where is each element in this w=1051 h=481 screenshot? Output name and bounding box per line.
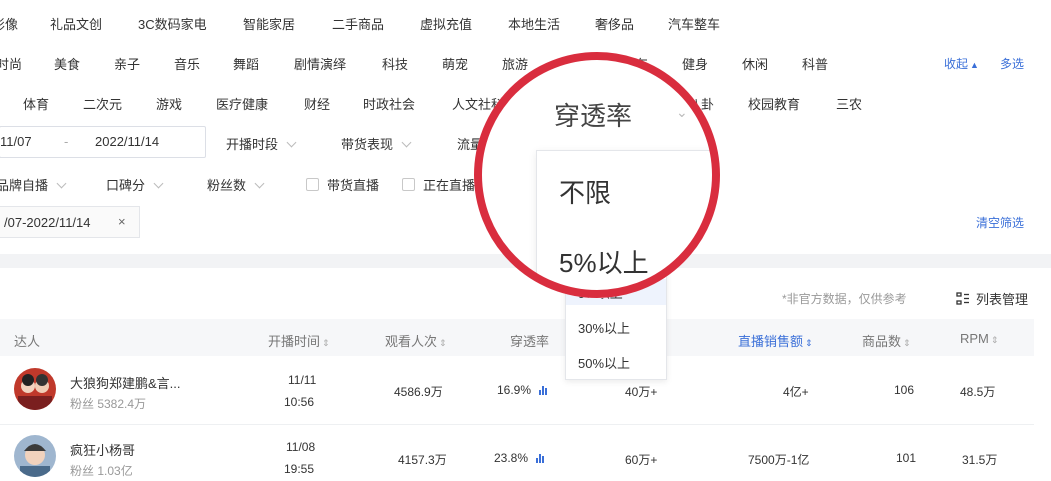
category-tag[interactable]: 体育 (23, 94, 49, 113)
viewers: 4157.3万 (398, 453, 447, 467)
viewers: 4586.9万 (394, 385, 443, 399)
highlight-circle (474, 52, 720, 298)
sales-live-checkbox[interactable]: 带货直播 (306, 175, 379, 194)
category-tag[interactable]: 智能家居 (243, 14, 295, 33)
clear-filters-button[interactable]: 清空筛选 (976, 214, 1024, 231)
category-tag[interactable]: 奢侈品 (595, 14, 634, 33)
category-tag[interactable]: 影像 (0, 14, 18, 33)
start-date: 11/11 (288, 373, 317, 387)
avatar[interactable] (14, 368, 56, 410)
category-tag[interactable]: 科普 (802, 54, 828, 73)
chevron-down-icon (153, 178, 164, 189)
sales-performance-select[interactable]: 带货表现 (341, 134, 412, 153)
live-sales: 4亿+ (783, 385, 809, 399)
category-tag[interactable]: 萌宠 (442, 54, 468, 73)
creator-name[interactable]: 疯狂小杨哥 (70, 440, 135, 459)
live-now-checkbox[interactable]: 正在直播 (402, 175, 475, 194)
penetration: 16.9% (497, 383, 548, 398)
category-tag[interactable]: 亲子 (114, 54, 140, 73)
checkbox-icon (402, 178, 415, 191)
category-tag[interactable]: 二次元 (83, 94, 122, 113)
category-tag[interactable]: 时政社会 (363, 94, 415, 113)
category-tag[interactable]: 礼品文创 (50, 14, 102, 33)
creator-fans: 粉丝 1.03亿 (70, 464, 133, 478)
chevron-down-icon (254, 178, 265, 189)
rpm: 48.5万 (960, 385, 996, 399)
start-time: 10:56 (284, 395, 315, 409)
date-end: 2022/11/14 (95, 134, 160, 149)
chevron-down-icon (401, 137, 412, 148)
live-period-select[interactable]: 开播时段 (226, 134, 297, 153)
brand-self-live-select[interactable]: 品牌自播 (0, 175, 67, 194)
multi-select-button[interactable]: 多选 (1000, 55, 1024, 72)
category-tag[interactable]: 校园教育 (748, 94, 800, 113)
creator-name[interactable]: 大狼狗郑建鹏&言... (70, 373, 181, 392)
column-header-creator: 达人 (14, 334, 41, 349)
sort-icon: ⇕ (805, 338, 813, 348)
category-tag[interactable]: 舞蹈 (233, 54, 259, 73)
reputation-score-select[interactable]: 口碑分 (106, 175, 164, 194)
category-tag[interactable]: 时尚 (0, 54, 22, 73)
fans-count-select[interactable]: 粉丝数 (207, 175, 265, 194)
column-header-start-time[interactable]: 开播时间 ⇕ (268, 331, 330, 350)
collapse-button[interactable]: 收起 ▲ (944, 55, 979, 72)
dropdown-option-label[interactable]: 50%以上 (578, 353, 630, 372)
category-tag[interactable]: 二手商品 (332, 14, 384, 33)
category-tag[interactable]: 旅游 (502, 54, 528, 73)
sort-icon: ⇕ (439, 338, 447, 348)
list-icon (956, 292, 969, 305)
category-tag[interactable]: 科技 (382, 54, 408, 73)
column-manage-button[interactable]: 列表管理 (956, 289, 1028, 308)
start-date: 11/08 (286, 440, 316, 454)
disclaimer-text: *非官方数据，仅供参考 (782, 292, 907, 306)
chevron-down-icon (56, 178, 67, 189)
bar-chart-icon[interactable] (536, 452, 545, 466)
category-tag[interactable]: 休闲 (742, 54, 768, 73)
category-tag[interactable]: 剧情演绎 (294, 54, 346, 73)
column-header-live-sales[interactable]: 直播销售额 ⇕ (738, 331, 813, 350)
product-count: 101 (896, 451, 917, 465)
dropdown-option-label[interactable]: 30%以上 (578, 318, 630, 337)
date-start: 11/07 (0, 134, 32, 149)
category-tag[interactable]: 3C数码家电 (138, 14, 207, 33)
column-header-products[interactable]: 商品数 ⇕ (862, 331, 911, 350)
product-count: 106 (894, 383, 915, 397)
chevron-down-icon (286, 137, 297, 148)
live-sales: 7500万-1亿 (748, 453, 810, 467)
bar-chart-icon[interactable] (539, 384, 548, 398)
date-range-picker[interactable]: 11/07 - 2022/11/14 (0, 126, 206, 158)
sales-volume: 40万+ (625, 385, 658, 399)
creator-fans: 粉丝 5382.4万 (70, 397, 147, 411)
checkbox-icon (306, 178, 319, 191)
close-icon[interactable]: × (118, 214, 126, 229)
column-header-rpm[interactable]: RPM ⇕ (960, 331, 998, 346)
category-tag[interactable]: 财经 (304, 94, 330, 113)
sales-volume: 60万+ (625, 453, 658, 467)
active-filter-chip: /07-2022/11/14 × (0, 206, 140, 238)
category-tag[interactable]: 游戏 (156, 94, 182, 113)
category-tag[interactable]: 医疗健康 (216, 94, 268, 113)
avatar[interactable] (14, 435, 56, 477)
category-tag[interactable]: 虚拟充值 (420, 14, 472, 33)
rpm: 31.5万 (962, 453, 998, 467)
sort-icon: ⇕ (990, 335, 999, 345)
sort-icon: ⇕ (322, 338, 330, 348)
category-tag[interactable]: 音乐 (174, 54, 200, 73)
chevron-up-icon: ▲ (970, 60, 979, 70)
sort-icon: ⇕ (903, 338, 911, 348)
chip-label: /07-2022/11/14 (4, 215, 91, 230)
column-header-penetration[interactable]: 穿透率 (510, 331, 549, 350)
category-tag[interactable]: 三农 (836, 94, 862, 113)
start-time: 19:55 (284, 462, 315, 476)
category-tag[interactable]: 本地生活 (508, 14, 560, 33)
column-header-viewers[interactable]: 观看人次 ⇕ (385, 331, 447, 350)
date-separator: - (64, 134, 69, 149)
category-tag[interactable]: 汽车整车 (668, 14, 720, 33)
category-tag[interactable]: 健身 (682, 54, 708, 73)
row-divider (0, 424, 1034, 425)
penetration: 23.8% (494, 451, 545, 466)
category-tag[interactable]: 美食 (54, 54, 80, 73)
